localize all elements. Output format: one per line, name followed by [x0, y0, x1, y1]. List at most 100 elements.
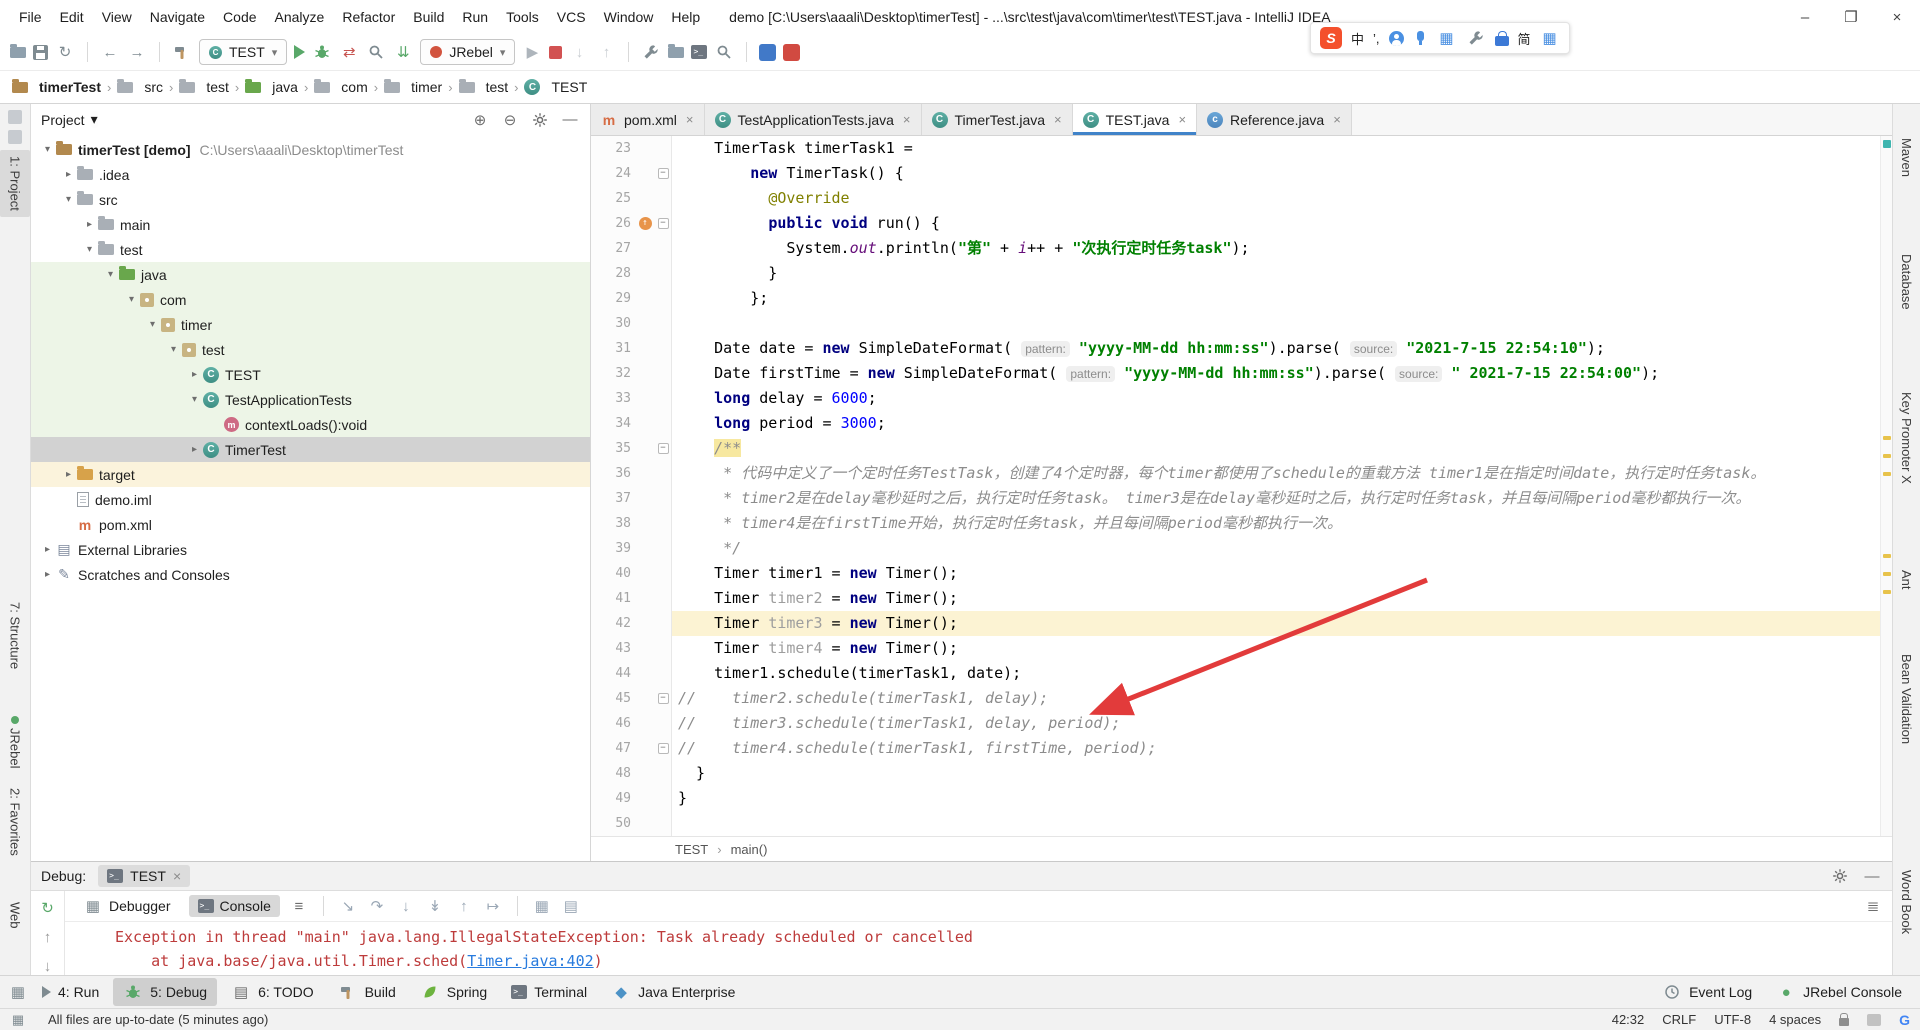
code-text[interactable]: long delay = 6000;	[672, 386, 1892, 411]
menu-refactor[interactable]: Refactor	[333, 5, 404, 29]
hide-debug-panel-icon[interactable]: —	[1862, 866, 1882, 886]
threads-view-icon[interactable]: ▤	[561, 896, 581, 916]
indent-indicator[interactable]: 4 spaces	[1769, 1012, 1821, 1027]
skin-icon[interactable]	[1495, 36, 1509, 46]
plugin-red-icon[interactable]	[783, 44, 800, 61]
close-icon[interactable]: ×	[686, 112, 694, 127]
tree-item-test[interactable]: ▾test	[31, 237, 590, 262]
error-stripe-mark[interactable]	[1883, 572, 1891, 576]
menu-build[interactable]: Build	[404, 5, 453, 29]
tree-expand-arrow[interactable]: ▸	[39, 544, 56, 555]
menu-tools[interactable]: Tools	[497, 5, 548, 29]
plugin-blue-icon[interactable]	[759, 44, 776, 61]
error-stripe-mark[interactable]	[1883, 454, 1891, 458]
stripe-item-web[interactable]: Web	[0, 902, 30, 929]
search-everywhere-icon[interactable]	[714, 42, 734, 62]
code-text[interactable]: * timer2是在delay毫秒延时之后，执行定时任务task。 timer3…	[672, 486, 1892, 511]
debug-settings-icon[interactable]	[1830, 866, 1850, 886]
line-ending-indicator[interactable]: CRLF	[1662, 1012, 1696, 1027]
back-icon[interactable]: ←	[100, 42, 120, 62]
tree-expand-arrow[interactable]: ▾	[165, 344, 182, 355]
code-text[interactable]: * 代码中定义了一个定时任务TestTask，创建了4个定时器，每个timer都…	[672, 461, 1892, 486]
run-configuration-select[interactable]: CTEST▾	[199, 39, 287, 65]
tree-item-testapplicationtests[interactable]: ▾CTestApplicationTests	[31, 387, 590, 412]
show-execution-point-icon[interactable]: ↘	[338, 896, 358, 916]
error-stripe-mark[interactable]	[1883, 472, 1891, 476]
tree-item-target[interactable]: ▸target	[31, 462, 590, 487]
fold-marker[interactable]: −	[655, 686, 671, 711]
error-stripe-mark[interactable]	[1883, 590, 1891, 594]
panel-settings-icon[interactable]	[530, 110, 550, 130]
code-text[interactable]: Timer timer4 = new Timer();	[672, 636, 1892, 661]
console-menu-icon[interactable]: ≡	[289, 896, 309, 916]
menu-file[interactable]: File	[10, 5, 51, 29]
code-text[interactable]: new TimerTask() {	[672, 161, 1892, 186]
tree-item-scratches-and-consoles[interactable]: ▸✎Scratches and Consoles	[31, 562, 590, 587]
stripe-item-2-favorites[interactable]: 2: Favorites	[0, 788, 30, 856]
editor-tab-testapplicationtests-java[interactable]: CTestApplicationTests.java×	[705, 104, 922, 135]
tree-item-com[interactable]: ▾com	[31, 287, 590, 312]
project-structure-icon[interactable]	[668, 47, 684, 58]
update-application-icon[interactable]: ⇊	[393, 42, 413, 62]
tree-item-external-libraries[interactable]: ▸▤External Libraries	[31, 537, 590, 562]
tree-expand-arrow[interactable]: ▾	[60, 194, 77, 205]
fold-marker[interactable]: −	[655, 436, 671, 461]
tree-expand-arrow[interactable]: ▸	[186, 444, 203, 455]
code-text[interactable]: }	[672, 786, 1892, 811]
toolwindow-button-java-enterprise[interactable]: ◆Java Enterprise	[601, 978, 745, 1006]
breadcrumb-src[interactable]: src	[117, 79, 163, 95]
close-button[interactable]: ×	[1874, 0, 1920, 34]
stacktrace-link[interactable]: Timer.java:402	[467, 952, 593, 970]
editor-tab-test-java[interactable]: CTEST.java×	[1073, 104, 1197, 135]
close-icon[interactable]: ×	[173, 868, 181, 884]
toolwindow-stripe-icon[interactable]	[8, 110, 22, 124]
resume-icon[interactable]: ▶	[522, 42, 542, 62]
stripe-item-jrebel[interactable]: JRebel	[0, 716, 30, 768]
debug-icon[interactable]	[312, 42, 332, 62]
error-stripe-mark[interactable]	[1883, 140, 1891, 148]
code-text[interactable]: Date firstTime = new SimpleDateFormat( p…	[672, 361, 1892, 386]
open-project-icon[interactable]	[10, 47, 26, 58]
editor-tab-pom-xml[interactable]: mpom.xml×	[591, 104, 705, 135]
toolwindow-stripe-icon[interactable]	[8, 130, 22, 144]
code-text[interactable]	[672, 311, 1892, 336]
stripe-item-word-book[interactable]: Word Book	[1893, 870, 1920, 934]
lock-icon[interactable]	[1839, 1018, 1849, 1026]
build-icon[interactable]	[172, 42, 192, 62]
stripe-item-key-promoter-x[interactable]: Key Promoter X	[1893, 392, 1920, 484]
tree-item-test[interactable]: ▾test	[31, 337, 590, 362]
tree-expand-arrow[interactable]: ▸	[81, 219, 98, 230]
tree-item-timertest-demo-[interactable]: ▾timerTest [demo]C:\Users\aaali\Desktop\…	[31, 137, 590, 162]
tree-item-main[interactable]: ▸main	[31, 212, 590, 237]
forward-icon[interactable]: →	[127, 42, 147, 62]
rerun-icon[interactable]: ↻	[38, 898, 58, 918]
toolwindow-button-5-debug[interactable]: 5: Debug	[113, 978, 217, 1006]
step-out-icon[interactable]: ↑	[454, 896, 474, 916]
close-icon[interactable]: ×	[1054, 112, 1062, 127]
fold-marker[interactable]: −	[655, 736, 671, 761]
menu-window[interactable]: Window	[595, 5, 663, 29]
close-icon[interactable]: ×	[1178, 112, 1186, 127]
punctuation-toggle[interactable]: ’,	[1373, 31, 1380, 46]
toolwindow-quick-access-icon[interactable]: ▦	[8, 982, 28, 1002]
voice-input-icon[interactable]	[1417, 31, 1424, 41]
toolwindow-button-build[interactable]: Build	[328, 978, 406, 1006]
tree-expand-arrow[interactable]: ▾	[123, 294, 140, 305]
hide-panel-icon[interactable]: —	[560, 110, 580, 130]
stripe-item-maven[interactable]: Maven	[1893, 138, 1920, 177]
status-icon[interactable]: ▦	[10, 1010, 26, 1030]
code-text[interactable]: Timer timer2 = new Timer();	[672, 586, 1892, 611]
code-text[interactable]: // timer4.schedule(timerTask1, firstTime…	[672, 736, 1892, 761]
run-to-cursor-icon[interactable]: ↦	[483, 896, 503, 916]
view-tab-debugger[interactable]: ▦Debugger	[74, 893, 180, 919]
debug-session-tab[interactable]: >_ TEST ×	[98, 865, 190, 887]
code-text[interactable]: System.out.println("第" + i++ + "次执行定时任务t…	[672, 236, 1892, 261]
code-text[interactable]: Timer timer1 = new Timer();	[672, 561, 1892, 586]
menu-run[interactable]: Run	[453, 5, 497, 29]
mute-breakpoints-icon[interactable]: ↓	[569, 42, 589, 62]
menu-code[interactable]: Code	[214, 5, 265, 29]
force-step-into-icon[interactable]: ↡	[425, 896, 445, 916]
tree-expand-arrow[interactable]: ▾	[144, 319, 161, 330]
tree-expand-arrow[interactable]: ▸	[60, 169, 77, 180]
tree-item-pom-xml[interactable]: mpom.xml	[31, 512, 590, 537]
